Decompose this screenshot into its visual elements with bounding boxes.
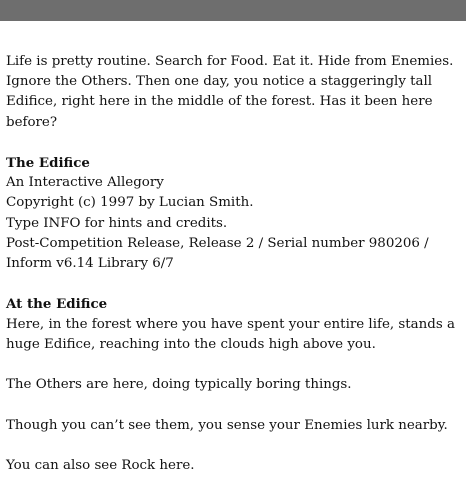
- game-banner: The Edifice An Interactive Allegory Copy…: [6, 153, 464, 274]
- objects-paragraph: You can also see Rock here.: [6, 457, 195, 473]
- game-title: The Edifice: [6, 155, 90, 171]
- release-line: Post-Competition Release, Release 2 / Se…: [6, 235, 429, 272]
- others-paragraph: The Others are here, doing typically bor…: [6, 377, 352, 393]
- copyright-line: Copyright (c) 1997 by Lucian Smith.: [6, 195, 254, 211]
- intro-paragraph: Life is pretty routine. Search for Food.…: [6, 54, 454, 130]
- status-location: At the Edifice: [21, 24, 127, 39]
- room-description: Here, in the forest where you have spent…: [6, 316, 455, 352]
- story-transcript: Life is pretty routine. Search for Food.…: [6, 52, 464, 496]
- info-hint-line: Type INFO for hints and credits.: [6, 215, 228, 231]
- status-bar: At the Edifice: [0, 0, 466, 39]
- game-subtitle: An Interactive Allegory: [6, 175, 164, 191]
- enemies-paragraph: Though you can’t see them, you sense you…: [6, 417, 448, 433]
- room-block: At the Edifice Here, in the forest where…: [6, 294, 464, 355]
- room-name: At the Edifice: [6, 296, 108, 313]
